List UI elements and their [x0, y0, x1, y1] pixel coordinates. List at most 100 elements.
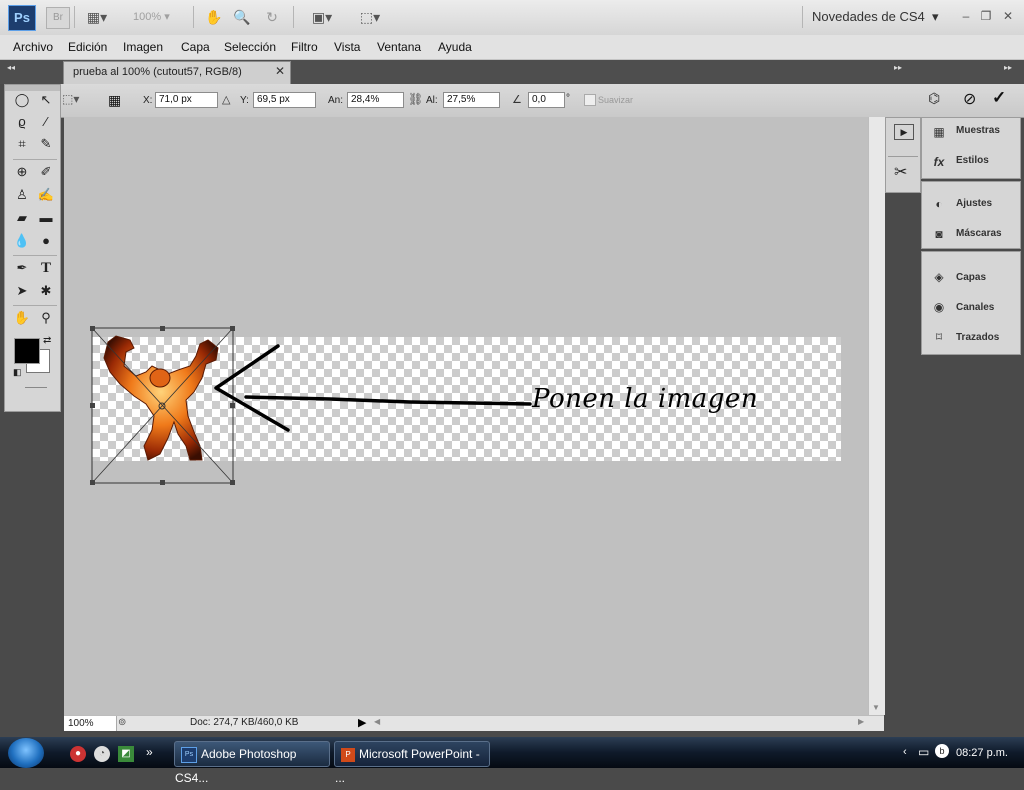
menu-edicion[interactable]: Edición — [68, 40, 107, 54]
menu-imagen[interactable]: Imagen — [123, 40, 163, 54]
menu-ayuda[interactable]: Ayuda — [438, 40, 472, 54]
panel-tab-muestras[interactable]: Muestras — [956, 125, 1000, 136]
menu-archivo[interactable]: Archivo — [13, 40, 53, 54]
powerpoint-app-icon: P — [341, 747, 355, 762]
reference-point-icon[interactable]: ▦ — [108, 89, 130, 111]
menu-filtro[interactable]: Filtro — [291, 40, 318, 54]
document-size-info: Doc: 274,7 KB/460,0 KB — [190, 717, 299, 728]
quicklaunch-app-icon[interactable]: ◩ — [118, 746, 134, 762]
close-icon[interactable]: ✕ — [1000, 8, 1016, 24]
windows-taskbar — [0, 737, 1024, 768]
tray-expand-icon[interactable]: ‹ — [903, 746, 907, 758]
pen-tool-icon[interactable]: ✒ — [11, 257, 33, 279]
zoom-tool-icon[interactable]: 🔍 — [232, 7, 252, 27]
healing-brush-tool-icon[interactable]: ⊕ — [11, 161, 33, 183]
foreground-color-swatch[interactable] — [14, 338, 40, 364]
minimize-icon[interactable]: – — [958, 8, 974, 24]
adjustments-icon[interactable]: ◐ — [930, 196, 948, 212]
document-tab-title: prueba al 100% (cutout57, RGB/8) — [73, 66, 242, 78]
clone-stamp-tool-icon[interactable]: ♙ — [11, 184, 33, 206]
layers-icon[interactable]: ◈ — [930, 269, 948, 285]
lasso-tool-icon[interactable]: ϱ — [11, 111, 33, 133]
start-button[interactable] — [8, 738, 44, 768]
arrange-documents-icon[interactable]: ▣▾ — [305, 7, 339, 27]
quicklaunch-app-icon[interactable]: ● — [70, 746, 86, 762]
y-position-field[interactable]: 69,5 px — [253, 92, 316, 108]
actions-panel-icon[interactable]: ▶ — [894, 124, 914, 140]
taskbar-item-photoshop[interactable]: Ps Adobe Photoshop CS4... — [174, 741, 330, 785]
network-tray-icon[interactable]: ▭ — [918, 745, 929, 759]
height-scale-field[interactable]: 27,5% — [443, 92, 500, 108]
panel-tab-canales[interactable]: Canales — [956, 302, 994, 313]
scroll-left-icon[interactable]: ◀ — [374, 717, 380, 726]
rotation-angle-field[interactable]: 0,0 — [528, 92, 565, 108]
restore-icon[interactable]: ❐ — [978, 8, 994, 24]
status-zoom-field[interactable]: 100% — [64, 716, 117, 731]
styles-icon[interactable]: fx — [930, 154, 948, 170]
panel-tab-estilos[interactable]: Estilos — [956, 155, 989, 166]
paths-icon[interactable]: ⌑ — [930, 329, 948, 345]
default-colors-icon[interactable]: ◧ — [13, 367, 22, 378]
x-position-field[interactable]: 71,0 px — [155, 92, 218, 108]
clock[interactable]: 08:27 p.m. — [956, 747, 1008, 759]
swatches-icon[interactable]: ▦ — [930, 124, 948, 140]
status-info-icon[interactable]: ⊚ — [118, 717, 126, 728]
dodge-tool-icon[interactable]: ● — [35, 230, 57, 252]
panel-tab-trazados[interactable]: Trazados — [956, 332, 999, 343]
collapse-toolbox-icon[interactable]: ◂◂ — [7, 63, 15, 72]
gradient-tool-icon[interactable]: ▬ — [35, 207, 57, 229]
width-scale-field[interactable]: 28,4% — [347, 92, 404, 108]
hand-tool-icon[interactable]: ✋ — [204, 7, 224, 27]
relative-position-icon[interactable]: △ — [222, 93, 230, 106]
move-tool-icon[interactable]: ↖ — [35, 89, 57, 111]
masks-icon[interactable]: ◙ — [930, 226, 948, 242]
eraser-tool-icon[interactable]: ▰ — [11, 207, 33, 229]
transform-preset-icon[interactable]: ⬚▾ — [62, 92, 79, 106]
panel-tab-mascaras[interactable]: Máscaras — [956, 228, 1002, 239]
magic-wand-tool-icon[interactable]: ⁄ — [35, 111, 57, 133]
vertical-scrollbar[interactable]: ▼ — [868, 117, 885, 715]
panel-tab-capas[interactable]: Capas — [956, 272, 986, 283]
path-selection-tool-icon[interactable]: ➤ — [11, 280, 33, 302]
rotate-view-icon[interactable]: ↻ — [262, 7, 282, 27]
hand-tool-icon[interactable]: ✋ — [11, 307, 33, 329]
commit-transform-icon[interactable]: ✓ — [992, 88, 1006, 108]
panel-tab-ajustes[interactable]: Ajustes — [956, 198, 992, 209]
quick-mask-icon[interactable] — [25, 387, 47, 388]
close-document-icon[interactable]: ✕ — [275, 64, 285, 78]
type-tool-icon[interactable]: T — [35, 257, 57, 279]
bridge-button[interactable]: Br — [46, 7, 70, 29]
quicklaunch-app-icon[interactable]: ◔ — [94, 746, 110, 762]
zoom-level-dropdown[interactable]: 100% ▾ — [133, 10, 170, 23]
crop-tool-icon[interactable]: ⌗ — [11, 133, 33, 155]
brush-tool-icon[interactable]: ✐ — [35, 161, 57, 183]
workspace-switcher[interactable]: Novedades de CS4 ▾ — [812, 9, 939, 25]
collapse-dock-icon[interactable]: ▸▸ — [894, 63, 902, 72]
eyedropper-tool-icon[interactable]: ✎ — [35, 133, 57, 155]
scroll-right-icon[interactable]: ▶ — [858, 717, 864, 726]
view-extras-icon[interactable]: ▦▾ — [82, 7, 112, 27]
blur-tool-icon[interactable]: 💧 — [11, 230, 33, 252]
quicklaunch-more-icon[interactable]: » — [146, 745, 153, 759]
status-menu-arrow-icon[interactable]: ▶ — [358, 716, 366, 729]
cancel-transform-icon[interactable]: ⊘ — [963, 89, 976, 109]
swap-colors-icon[interactable]: ⇄ — [43, 335, 51, 346]
marquee-tool-icon[interactable]: ◯ — [11, 89, 33, 111]
tool-presets-icon[interactable]: ✂ — [894, 162, 907, 182]
menu-capa[interactable]: Capa — [181, 40, 210, 54]
taskbar-item-powerpoint[interactable]: P Microsoft PowerPoint - ... — [334, 741, 490, 785]
warp-mode-icon[interactable]: ⌬ — [928, 90, 940, 107]
scroll-down-icon[interactable]: ▼ — [872, 703, 880, 712]
custom-shape-tool-icon[interactable]: ✱ — [35, 280, 57, 302]
link-proportions-icon[interactable]: ⛓ — [408, 92, 423, 106]
menu-ventana[interactable]: Ventana — [377, 40, 421, 54]
tray-app-icon[interactable]: b — [935, 744, 949, 758]
menu-seleccion[interactable]: Selección — [224, 40, 276, 54]
zoom-tool-icon[interactable]: ⚲ — [35, 307, 57, 329]
history-brush-tool-icon[interactable]: ✍ — [35, 184, 57, 206]
menu-vista[interactable]: Vista — [334, 40, 360, 54]
collapse-panels-icon[interactable]: ▸▸ — [1004, 63, 1012, 72]
channels-icon[interactable]: ◉ — [930, 299, 948, 315]
screen-mode-icon[interactable]: ⬚▾ — [353, 7, 387, 27]
smooth-checkbox[interactable] — [584, 94, 596, 106]
